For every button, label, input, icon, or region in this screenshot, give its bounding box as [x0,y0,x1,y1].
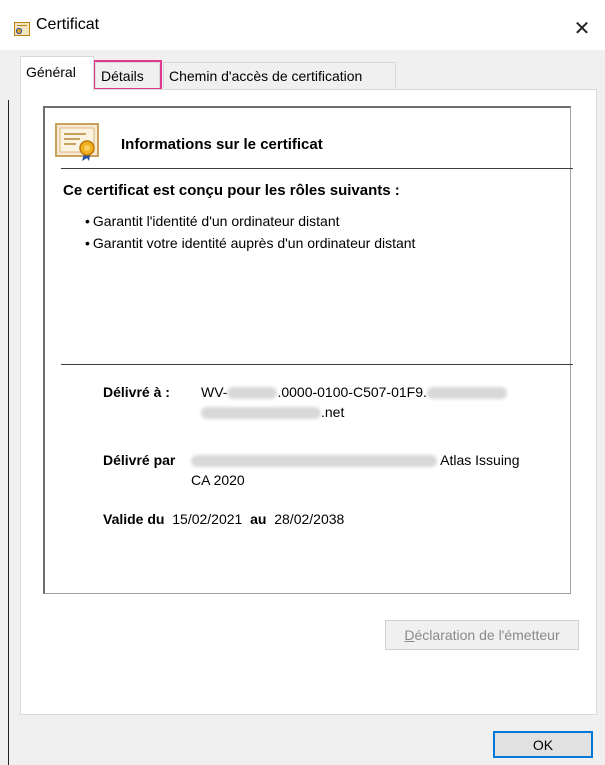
title-bar: Certificat ✕ [0,0,605,50]
issued-to-middle: .0000-0100-C507-01F9. [277,384,427,400]
issuer-statement-rest: éclaration de l'émetteur [414,627,560,643]
issuer-statement-button[interactable]: Déclaration de l'émetteur [385,620,579,650]
issued-by-label: Délivré par [103,452,176,468]
purpose-list: Garantit l'identité d'un ordinateur dist… [85,210,416,254]
info-heading: Informations sur le certificat [121,136,323,153]
tab-general[interactable]: Général [20,56,94,91]
valid-to-label: au [250,511,267,527]
purpose-title: Ce certificat est conçu pour les rôles s… [63,182,400,199]
issued-by-value: Atlas Issuing CA 2020 [191,450,551,490]
general-tab-panel: Informations sur le certificat Ce certif… [20,89,597,715]
valid-to-date: 28/02/2038 [274,511,345,527]
window-title: Certificat [36,16,100,33]
redacted-text [201,407,321,420]
certificate-icon [14,22,30,36]
divider [61,168,573,169]
purpose-item: Garantit l'identité d'un ordinateur dist… [85,210,415,232]
valid-from-label: Valide du [103,511,165,527]
divider [61,364,573,365]
ok-button[interactable]: OK [493,731,593,758]
close-icon: ✕ [573,17,591,40]
issued-to-suffix: .net [321,404,345,420]
issued-by-line2: CA 2020 [191,472,245,488]
validity-row: Valide du 15/02/2021 au 28/02/2038 [103,511,344,527]
issued-to-prefix: WV- [201,384,228,400]
valid-from-date: 15/02/2021 [172,511,243,527]
mnemonic-letter: D [404,627,415,643]
redacted-text [426,387,507,400]
tab-certification-path[interactable]: Chemin d'accès de certification [163,62,396,88]
certificate-dialog: Certificat ✕ Général Détails Chemin d'ac… [0,0,605,765]
left-edge-divider [8,100,9,765]
issuer-statement-label: Déclaration de l'émetteur [404,627,559,643]
tab-details[interactable]: Détails [93,60,162,90]
certificate-icon [55,123,99,161]
issued-to-label: Délivré à : [103,384,170,400]
redacted-text [191,455,437,468]
redacted-text [227,387,278,400]
close-button[interactable]: ✕ [559,10,605,46]
purpose-item: Garantit votre identité auprès d'un ordi… [85,232,416,254]
issued-by-tail: Atlas Issuing [440,452,520,468]
issued-to-value: WV- .0000-0100-C507-01F9. .net [201,382,541,422]
certificate-info-box: Informations sur le certificat Ce certif… [43,106,573,594]
